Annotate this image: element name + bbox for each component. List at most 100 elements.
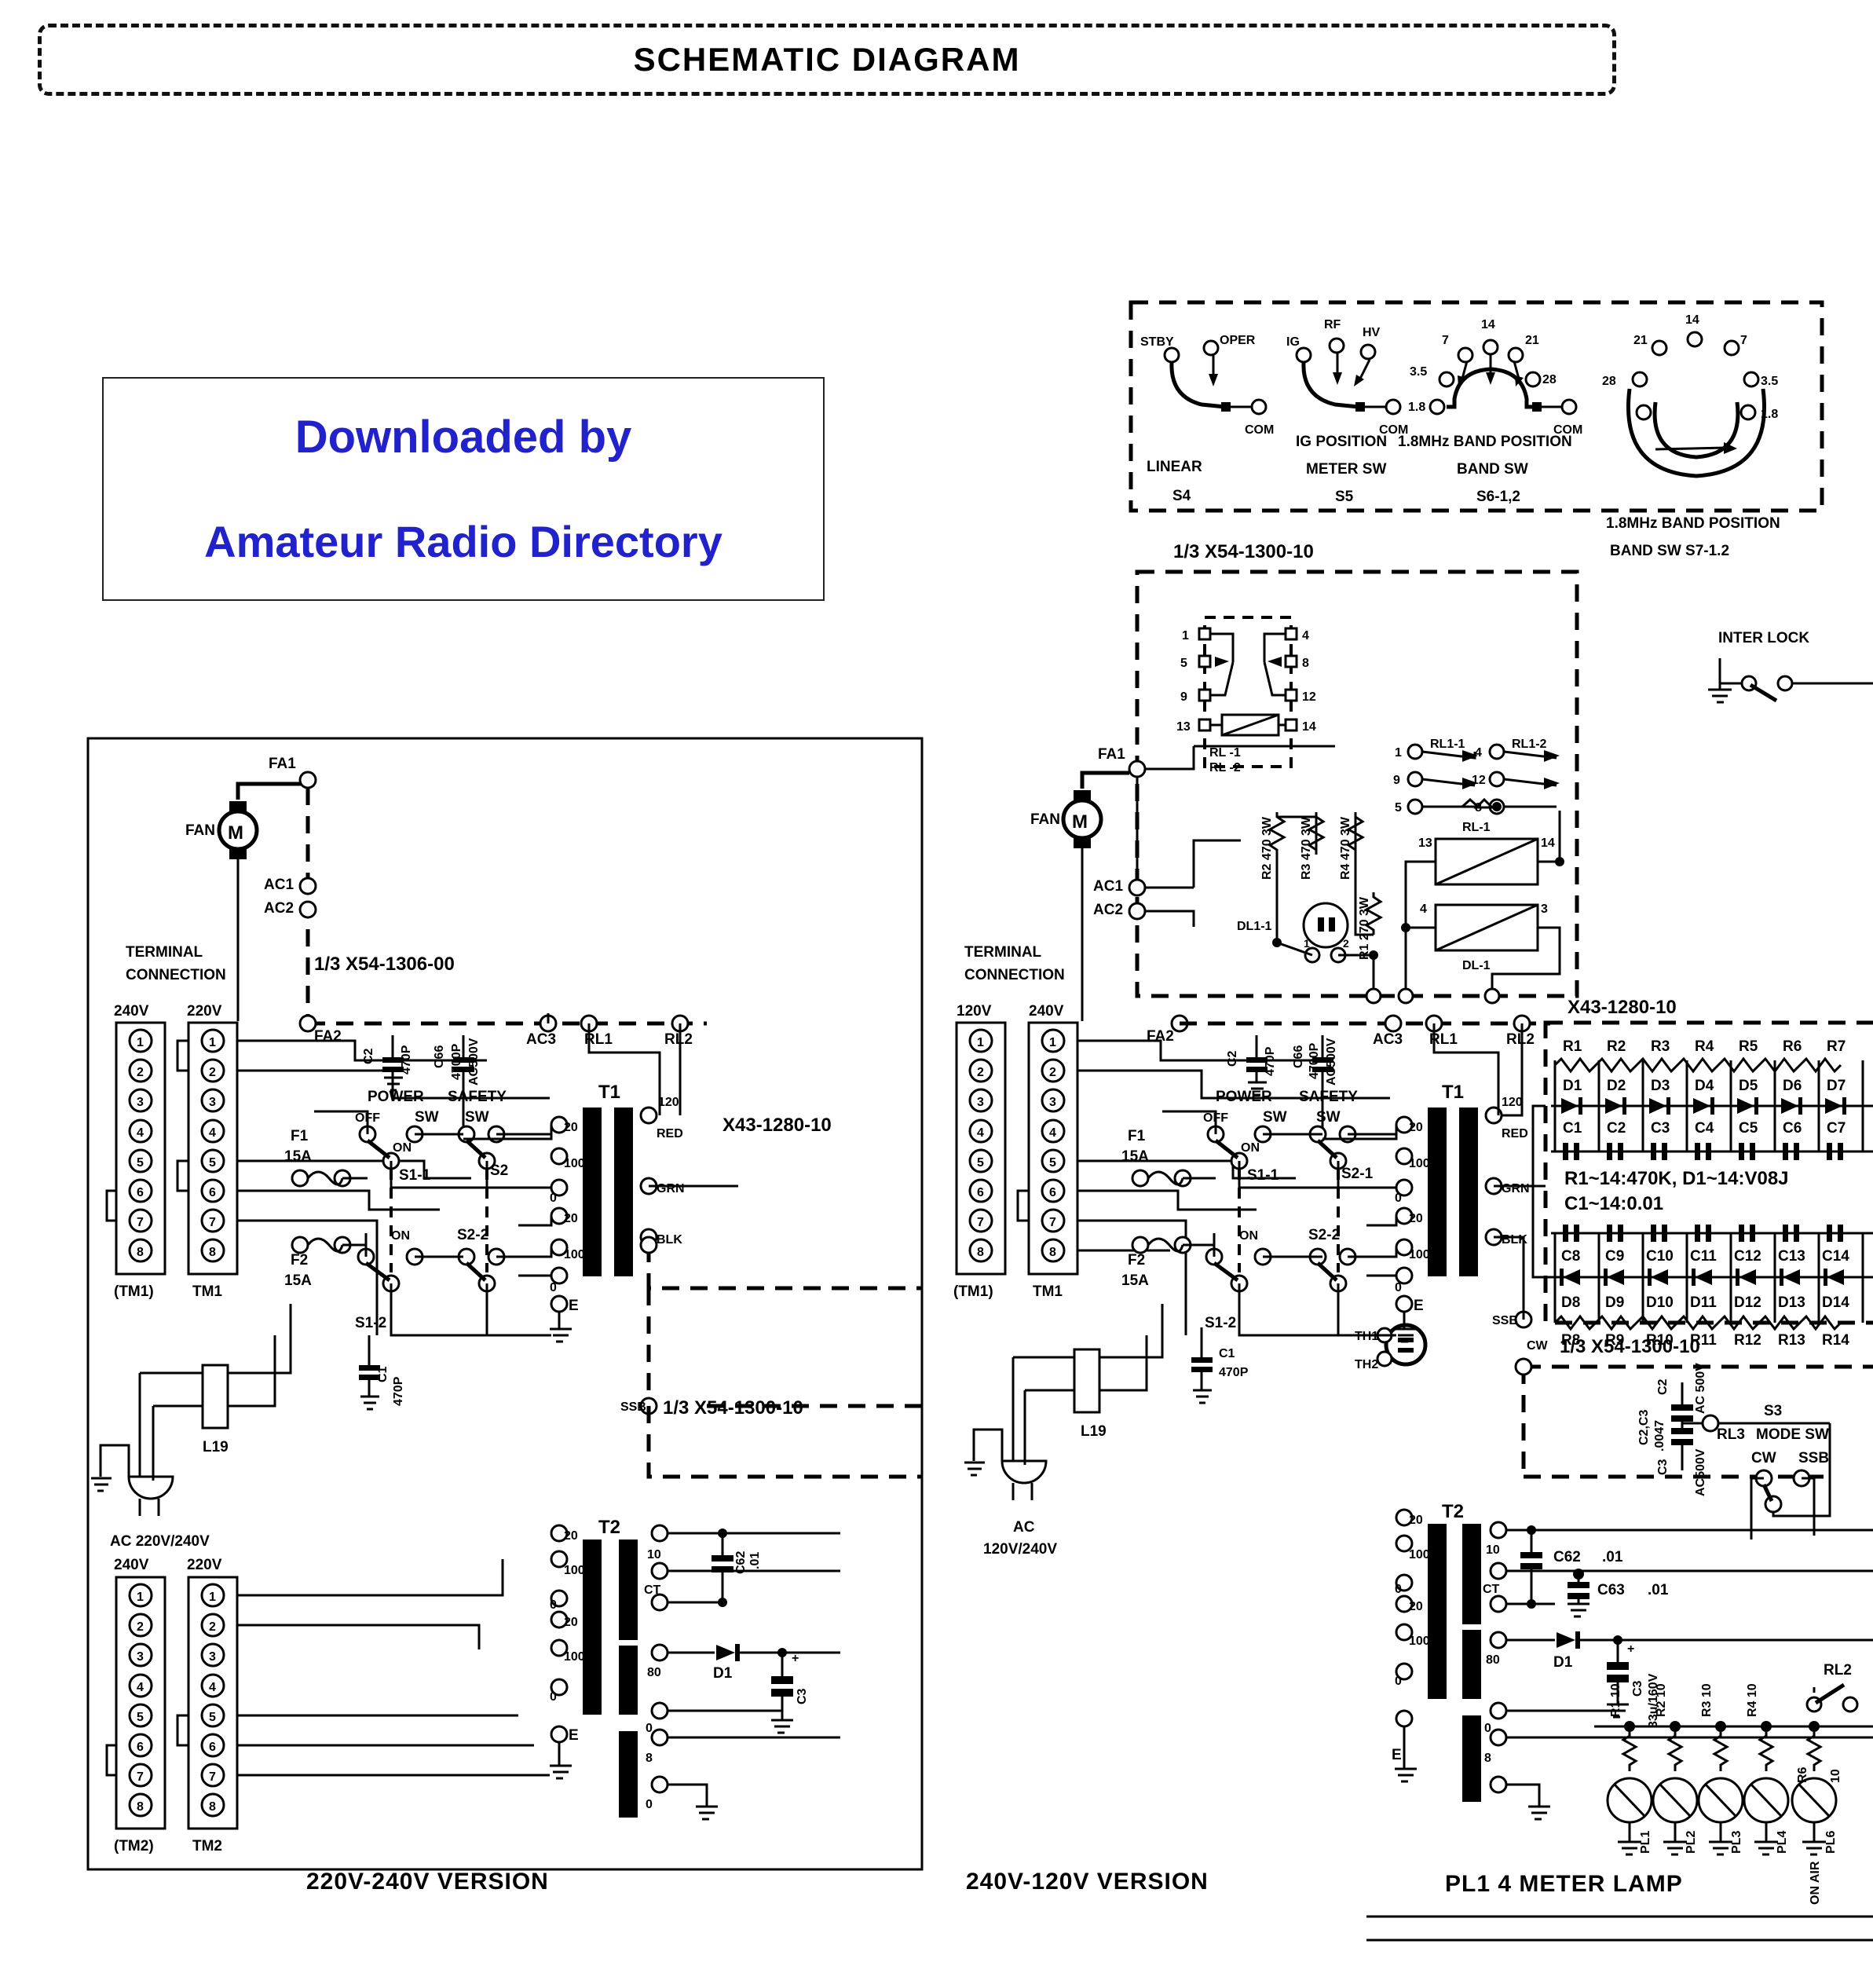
svg-text:100: 100 bbox=[564, 1650, 585, 1664]
right-cap-c1: C1 470P bbox=[1191, 1327, 1249, 1404]
svg-text:SSB: SSB bbox=[1492, 1314, 1518, 1327]
svg-text:1/3 X54-1300-10: 1/3 X54-1300-10 bbox=[1560, 1336, 1700, 1357]
svg-text:5: 5 bbox=[137, 1711, 144, 1724]
svg-text:10: 10 bbox=[647, 1548, 661, 1561]
svg-text:12: 12 bbox=[1302, 690, 1316, 704]
svg-text:RF: RF bbox=[1324, 318, 1341, 331]
left-cap-c66: C66 4700P AC500V bbox=[433, 1035, 481, 1139]
svg-text:3: 3 bbox=[1049, 1096, 1056, 1109]
svg-text:21: 21 bbox=[1525, 334, 1539, 347]
svg-text:T1: T1 bbox=[598, 1082, 620, 1103]
svg-text:D13: D13 bbox=[1778, 1294, 1805, 1311]
svg-text:RL2: RL2 bbox=[664, 1031, 693, 1048]
svg-text:AC500V: AC500V bbox=[1694, 1448, 1707, 1496]
svg-text:C66: C66 bbox=[433, 1045, 446, 1068]
svg-text:C1: C1 bbox=[1563, 1120, 1582, 1137]
svg-text:RL1-1: RL1-1 bbox=[1430, 738, 1465, 751]
schematic-drawing: STBY OPER COM LINEAR S4 IG RF HV COM IG … bbox=[86, 300, 1873, 1942]
right-cap-c66: C66 4700P AC500V bbox=[1292, 1035, 1338, 1139]
svg-text:D3: D3 bbox=[1651, 1078, 1670, 1094]
svg-text:20: 20 bbox=[564, 1529, 578, 1543]
svg-text:C3: C3 bbox=[796, 1688, 809, 1704]
svg-text:R2 470 3W: R2 470 3W bbox=[1260, 816, 1274, 880]
right-transformer-t1: T1 20 100 0 20 100 0 120 RED GRN BLK E bbox=[1395, 1082, 1530, 1343]
svg-text:0: 0 bbox=[1395, 1583, 1402, 1596]
svg-text:POWER: POWER bbox=[1216, 1089, 1272, 1105]
left-module-1300: SSB 1/3 X54-1300-10 bbox=[620, 1236, 922, 1479]
svg-text:C2,C3: C2,C3 bbox=[1637, 1410, 1651, 1445]
svg-text:AC: AC bbox=[1013, 1519, 1035, 1536]
svg-text:100: 100 bbox=[1409, 1248, 1430, 1261]
svg-text:R11: R11 bbox=[1690, 1332, 1717, 1349]
svg-text:10: 10 bbox=[1486, 1543, 1500, 1557]
svg-text:2: 2 bbox=[977, 1066, 984, 1079]
svg-text:28: 28 bbox=[1542, 373, 1557, 386]
svg-text:5: 5 bbox=[977, 1156, 984, 1170]
svg-text:D14: D14 bbox=[1822, 1294, 1849, 1311]
svg-text:S1-2: S1-2 bbox=[355, 1315, 386, 1331]
svg-text:0: 0 bbox=[550, 1598, 557, 1612]
svg-text:OFF: OFF bbox=[1203, 1111, 1228, 1125]
svg-text:7: 7 bbox=[977, 1216, 984, 1229]
svg-text:TM1: TM1 bbox=[192, 1283, 222, 1300]
svg-text:1: 1 bbox=[137, 1036, 144, 1049]
svg-text:1: 1 bbox=[1304, 937, 1310, 950]
svg-text:C62: C62 bbox=[734, 1551, 748, 1574]
svg-text:F2: F2 bbox=[1128, 1252, 1145, 1269]
svg-text:4: 4 bbox=[209, 1126, 216, 1140]
svg-text:5: 5 bbox=[1395, 801, 1402, 815]
svg-text:21: 21 bbox=[1633, 334, 1648, 347]
right-power-switch: POWER OFF SW ON S1-1 ON S1-2 bbox=[1203, 1089, 1287, 1331]
svg-text:F1: F1 bbox=[291, 1128, 309, 1144]
svg-text:X43-1280-10: X43-1280-10 bbox=[1568, 997, 1677, 1018]
svg-text:8: 8 bbox=[1484, 1752, 1491, 1765]
svg-text:33u/160V: 33u/160V bbox=[1647, 1673, 1660, 1728]
svg-text:INTER LOCK: INTER LOCK bbox=[1718, 630, 1809, 646]
svg-text:R9: R9 bbox=[1605, 1332, 1624, 1349]
svg-text:0: 0 bbox=[646, 1722, 653, 1735]
svg-text:ON: ON bbox=[393, 1141, 412, 1155]
interlock-switch: INTER LOCK bbox=[1708, 630, 1873, 704]
svg-text:R6: R6 bbox=[1796, 1767, 1809, 1783]
svg-text:1/3 X54-1306-00: 1/3 X54-1306-00 bbox=[314, 954, 455, 975]
svg-text:6: 6 bbox=[977, 1186, 984, 1199]
svg-text:C1: C1 bbox=[376, 1366, 390, 1382]
svg-text:5: 5 bbox=[137, 1156, 144, 1170]
svg-text:470P: 470P bbox=[392, 1376, 405, 1406]
svg-text:7: 7 bbox=[1740, 334, 1747, 347]
svg-text:10: 10 bbox=[1829, 1769, 1842, 1783]
svg-text:8: 8 bbox=[1049, 1246, 1056, 1259]
svg-text:1/3 X54-1300-10: 1/3 X54-1300-10 bbox=[663, 1397, 803, 1419]
svg-text:R3: R3 bbox=[1651, 1038, 1670, 1055]
svg-text:3: 3 bbox=[977, 1096, 984, 1109]
right-mode-caps: C2 C3 C2,C3 .0047 AC 500V AC500V bbox=[1637, 1363, 1720, 1496]
svg-text:20: 20 bbox=[1409, 1600, 1423, 1613]
svg-text:1.8: 1.8 bbox=[1408, 401, 1425, 414]
svg-text:0: 0 bbox=[1484, 1722, 1491, 1735]
svg-text:AC3: AC3 bbox=[1373, 1031, 1403, 1048]
svg-text:FAN: FAN bbox=[185, 822, 215, 839]
svg-text:2: 2 bbox=[1049, 1066, 1056, 1079]
svg-text:C8: C8 bbox=[1561, 1248, 1580, 1265]
svg-text:DL1-1: DL1-1 bbox=[1237, 920, 1272, 933]
page-title: SCHEMATIC DIAGRAM bbox=[633, 41, 1021, 78]
diode-top-row: R1 R2 R3 R4 R5 R6 R7 D1 D2 D3 D4 D5 D6 D… bbox=[1551, 1038, 1873, 1160]
svg-text:D11: D11 bbox=[1690, 1294, 1717, 1311]
left-tm2-220v: 1 2 3 4 5 6 7 8 TM2 bbox=[176, 1576, 239, 1854]
svg-text:80: 80 bbox=[647, 1666, 661, 1679]
svg-text:7: 7 bbox=[209, 1216, 216, 1229]
svg-text:S3: S3 bbox=[1764, 1403, 1782, 1419]
svg-text:FA2: FA2 bbox=[1147, 1028, 1174, 1045]
svg-text:D5: D5 bbox=[1739, 1078, 1758, 1094]
svg-text:BAND SW S7-1.2: BAND SW S7-1.2 bbox=[1610, 543, 1729, 559]
right-fuse-f2: F2 15A bbox=[1121, 1236, 1192, 1289]
svg-text:6: 6 bbox=[137, 1741, 144, 1754]
svg-text:MODE SW: MODE SW bbox=[1756, 1426, 1829, 1443]
svg-text:D6: D6 bbox=[1783, 1078, 1802, 1094]
svg-text:ON: ON bbox=[1239, 1229, 1258, 1243]
svg-text:120V: 120V bbox=[957, 1003, 992, 1020]
svg-text:(TM2): (TM2) bbox=[114, 1838, 154, 1854]
svg-text:S2-1: S2-1 bbox=[1341, 1166, 1374, 1182]
svg-text:C6: C6 bbox=[1783, 1120, 1802, 1137]
svg-text:R4 10: R4 10 bbox=[1746, 1683, 1759, 1717]
